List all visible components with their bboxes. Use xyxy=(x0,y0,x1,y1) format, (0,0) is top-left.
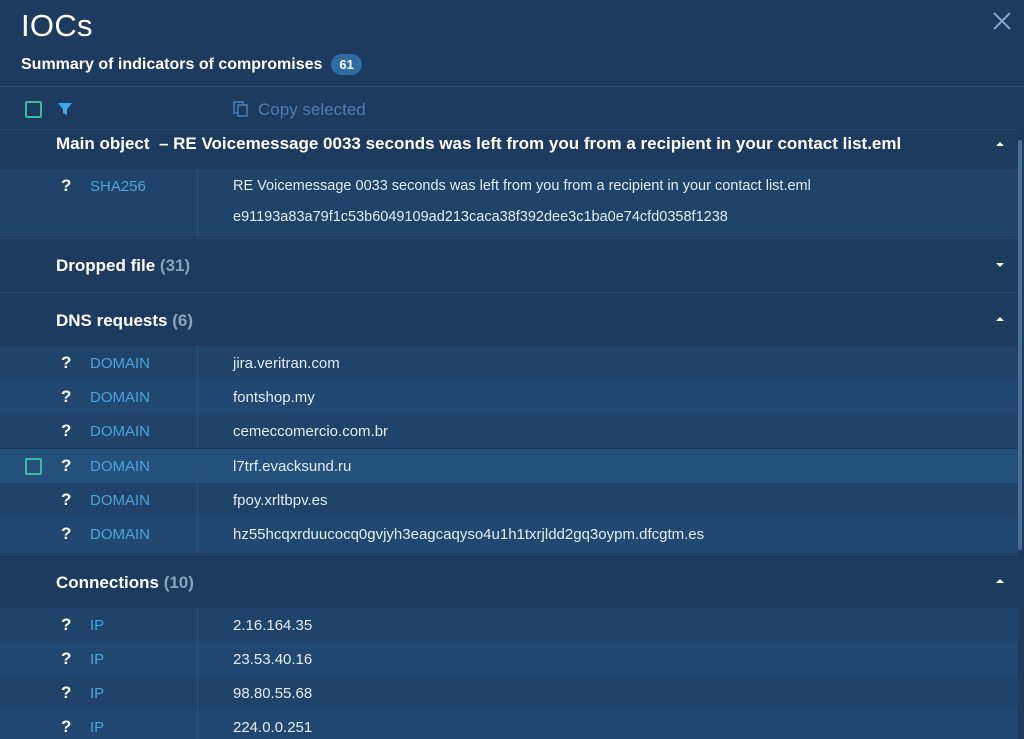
dropped-title: Dropped file xyxy=(56,256,156,275)
ioc-value[interactable]: 2.16.164.35 xyxy=(233,617,312,634)
unknown-verdict-icon: ? xyxy=(61,421,72,440)
unknown-verdict-icon: ? xyxy=(61,524,72,543)
table-row[interactable]: ? IP 98.80.55.68 xyxy=(0,676,1018,710)
table-row[interactable]: ? DOMAIN cemeccomercio.com.br xyxy=(0,414,1018,448)
ioc-hash[interactable]: e91193a83a79f1c53b6049109ad213caca38f392… xyxy=(233,209,728,225)
table-row[interactable]: ? DOMAIN hz55hcqxrduucocq0gvjyh3eagcaqys… xyxy=(0,517,1018,553)
column-divider xyxy=(197,642,198,676)
dns-count: (6) xyxy=(172,311,193,330)
main-object-title: Main object – RE Voicemessage 0033 secon… xyxy=(56,134,902,153)
column-divider xyxy=(197,608,198,642)
expand-caret-icon[interactable] xyxy=(996,263,1004,267)
ioc-type: DOMAIN xyxy=(90,458,150,475)
ioc-type: DOMAIN xyxy=(90,355,150,372)
ioc-value[interactable]: l7trf.evacksund.ru xyxy=(233,458,351,475)
column-divider xyxy=(197,483,198,517)
page-subtitle: Summary of indicators of compromises 61 xyxy=(21,54,362,75)
ioc-value[interactable]: 224.0.0.251 xyxy=(233,719,312,736)
ioc-type: IP xyxy=(90,651,105,668)
ioc-type: DOMAIN xyxy=(90,423,150,440)
select-all-checkbox[interactable] xyxy=(25,101,42,118)
list-item: ? SHA256 RE Voicemessage 0033 seconds wa… xyxy=(0,169,1018,237)
ioc-value[interactable]: jira.veritran.com xyxy=(233,355,340,372)
page-title: IOCs xyxy=(21,8,93,43)
table-row[interactable]: ? IP 224.0.0.251 xyxy=(0,710,1018,739)
column-divider xyxy=(197,676,198,710)
filter-icon[interactable] xyxy=(57,101,73,117)
column-divider xyxy=(197,346,198,380)
section-dns-requests[interactable]: DNS requests (6) xyxy=(0,292,1018,347)
close-icon[interactable] xyxy=(990,8,1014,34)
dropped-count: (31) xyxy=(159,256,191,275)
column-divider xyxy=(197,414,198,448)
section-title: Connections (10) xyxy=(56,573,194,593)
copy-selected-button[interactable]: Copy selected xyxy=(258,100,366,120)
unknown-verdict-icon: ? xyxy=(61,717,72,736)
subtitle-text: Summary of indicators of compromises xyxy=(21,55,323,73)
row-checkbox[interactable] xyxy=(25,458,42,475)
connections-title: Connections xyxy=(56,573,159,592)
unknown-verdict-icon: ? xyxy=(61,176,72,195)
ioc-value[interactable]: cemeccomercio.com.br xyxy=(233,423,388,440)
column-divider xyxy=(197,380,198,414)
toolbar xyxy=(0,87,1024,129)
table-row[interactable]: ? DOMAIN jira.veritran.com xyxy=(0,346,1018,380)
ioc-value[interactable]: 23.53.40.16 xyxy=(233,651,312,668)
unknown-verdict-icon: ? xyxy=(61,387,72,406)
unknown-verdict-icon: ? xyxy=(61,353,72,372)
ioc-type: DOMAIN xyxy=(90,526,150,543)
collapse-caret-icon[interactable] xyxy=(996,142,1004,146)
unknown-verdict-icon: ? xyxy=(61,649,72,668)
unknown-verdict-icon: ? xyxy=(61,490,72,509)
ioc-count-badge: 61 xyxy=(331,54,362,75)
ioc-value[interactable]: fontshop.my xyxy=(233,389,315,406)
table-row[interactable]: ? DOMAIN fontshop.my xyxy=(0,380,1018,414)
section-title: Dropped file (31) xyxy=(56,256,190,276)
unknown-verdict-icon: ? xyxy=(61,456,72,475)
column-divider xyxy=(197,169,198,237)
ioc-type: DOMAIN xyxy=(90,389,150,406)
table-row[interactable]: ? DOMAIN l7trf.evacksund.ru xyxy=(0,449,1018,483)
section-connections[interactable]: Connections (10) xyxy=(0,554,1018,609)
collapse-caret-icon[interactable] xyxy=(996,317,1004,321)
collapse-caret-icon[interactable] xyxy=(996,579,1004,583)
dns-title: DNS requests xyxy=(56,311,168,330)
ioc-type: IP xyxy=(90,719,105,736)
ioc-type: DOMAIN xyxy=(90,492,150,509)
ioc-value[interactable]: RE Voicemessage 0033 seconds was left fr… xyxy=(233,178,811,194)
unknown-verdict-icon: ? xyxy=(61,683,72,702)
ioc-type[interactable]: SHA256 xyxy=(90,178,146,195)
column-divider xyxy=(197,449,198,483)
table-row[interactable]: ? IP 2.16.164.35 xyxy=(0,608,1018,642)
section-dropped-file[interactable]: Dropped file (31) xyxy=(0,238,1018,292)
column-divider xyxy=(197,517,198,553)
scrollbar[interactable] xyxy=(1018,140,1022,550)
column-divider xyxy=(197,710,198,739)
ioc-value[interactable]: fpoy.xrltbpv.es xyxy=(233,492,327,509)
section-main-object[interactable]: Main object – RE Voicemessage 0033 secon… xyxy=(0,129,1018,170)
unknown-verdict-icon: ? xyxy=(61,615,72,634)
table-row[interactable]: ? DOMAIN fpoy.xrltbpv.es xyxy=(0,483,1018,517)
ioc-value[interactable]: hz55hcqxrduucocq0gvjyh3eagcaqyso4u1h1txr… xyxy=(233,526,704,543)
section-title: DNS requests (6) xyxy=(56,311,193,331)
copy-icon[interactable] xyxy=(233,101,249,117)
ioc-type: IP xyxy=(90,685,105,702)
panel-header: IOCs Summary of indicators of compromise… xyxy=(0,0,1024,87)
ioc-type: IP xyxy=(90,617,105,634)
table-row[interactable]: ? IP 23.53.40.16 xyxy=(0,642,1018,676)
connections-count: (10) xyxy=(163,573,194,592)
ioc-value[interactable]: 98.80.55.68 xyxy=(233,685,312,702)
